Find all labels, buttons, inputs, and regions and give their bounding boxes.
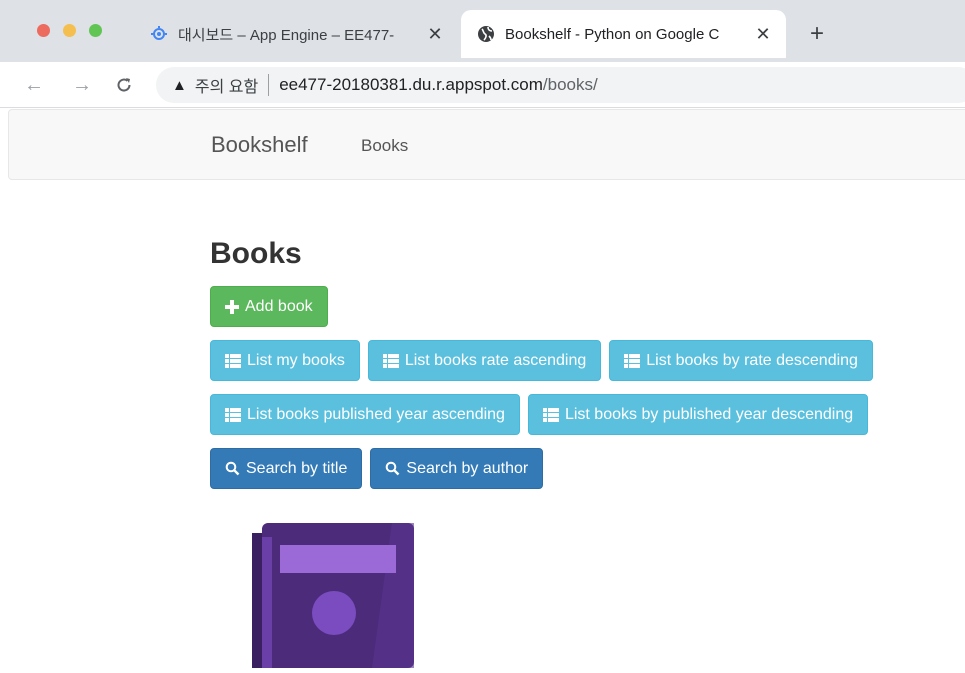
window-close-control[interactable] [37,24,50,37]
list-icon [542,407,559,422]
add-book-label: Add book [245,297,313,315]
list-icon [624,353,641,368]
window-minimize-control[interactable] [63,24,76,37]
browser-tab-app-engine[interactable]: 대시보드 – App Engine – EE477- ✕ [140,10,458,58]
navbar-brand[interactable]: Bookshelf [211,132,308,158]
list-my-books-label: List my books [247,351,345,369]
tab-title: 대시보드 – App Engine – EE477- [178,26,395,44]
list-year-ascending-button[interactable]: List books published year ascending [210,394,520,435]
plus-icon [225,299,239,314]
browser-tab-bookshelf[interactable]: Bookshelf - Python on Google C ✕ [461,10,786,58]
search-by-author-label: Search by author [406,459,529,477]
warning-triangle-icon[interactable]: ▲ [172,77,187,94]
list-rate-ascending-label: List books rate ascending [404,351,587,369]
address-bar[interactable]: ▲ 주의 요함 ee477-20180381.du.r.appspot.com /… [156,67,965,103]
book-cover-image[interactable] [252,523,414,668]
security-warning-label[interactable]: 주의 요함 [195,73,258,97]
page-title: Books [210,237,302,270]
list-year-descending-label: List books by published year descending [564,405,854,423]
search-icon [225,461,240,476]
search-icon [385,461,400,476]
forward-arrow-icon[interactable]: → [70,73,94,97]
list-rate-descending-label: List books by rate descending [646,351,858,369]
nav-link-books[interactable]: Books [361,136,408,156]
list-icon [225,353,241,368]
search-by-title-button[interactable]: Search by title [210,448,363,489]
globe-icon [477,25,495,43]
app-engine-icon [150,25,168,43]
close-icon[interactable]: ✕ [424,23,446,45]
back-arrow-icon[interactable]: ← [22,73,46,97]
reload-icon[interactable] [112,73,136,97]
list-icon [382,353,399,368]
list-year-ascending-label: List books published year ascending [247,405,505,423]
search-by-author-button[interactable]: Search by author [370,448,544,489]
main-content: Books Add book List my books List books … [210,236,873,502]
add-row: Add book [210,286,873,327]
list-rate-descending-button[interactable]: List books by rate descending [609,340,873,381]
list-rate-ascending-button[interactable]: List books rate ascending [367,340,602,381]
new-tab-plus-icon[interactable]: + [805,22,829,46]
url-path: /books/ [542,75,598,94]
browser-toolbar: ← → ▲ 주의 요함 ee477-20180381.du.r.appspot.… [0,62,965,108]
list-row-2: List books published year ascending List… [210,394,873,435]
list-year-descending-button[interactable]: List books by published year descending [527,394,869,435]
list-row-1: List my books List books rate ascending … [210,340,873,381]
close-icon[interactable]: ✕ [752,23,774,45]
browser-tab-strip: 대시보드 – App Engine – EE477- ✕ Bookshelf -… [0,0,965,62]
window-maximize-control[interactable] [89,24,102,37]
address-divider [268,74,270,96]
search-by-title-label: Search by title [246,459,348,477]
tab-title: Bookshelf - Python on Google C [505,25,720,43]
url-host: ee477-20180381.du.r.appspot.com [279,75,543,94]
search-row: Search by title Search by author [210,448,873,489]
list-my-books-button[interactable]: List my books [210,340,360,381]
list-icon [225,407,241,422]
site-navbar: Bookshelf Books [8,109,965,180]
add-book-button[interactable]: Add book [210,286,328,327]
